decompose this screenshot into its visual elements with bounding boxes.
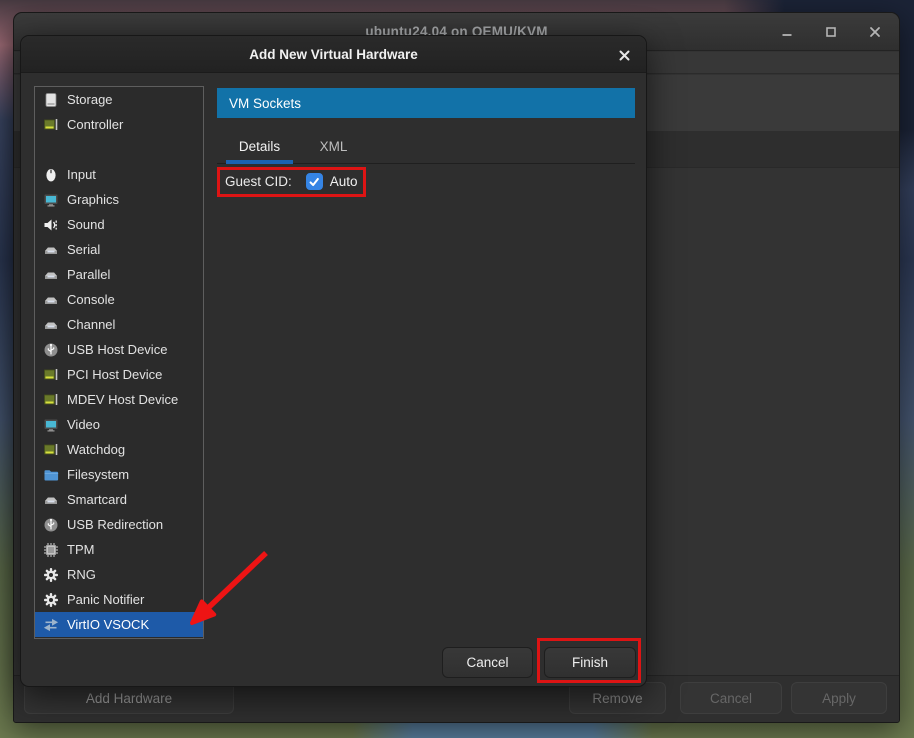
sidebar-item-sound[interactable]: Sound xyxy=(35,212,203,237)
cancel-button-window[interactable]: Cancel xyxy=(680,682,782,714)
controller-icon xyxy=(43,392,59,408)
cancel-button-dialog[interactable]: Cancel xyxy=(442,647,533,678)
sidebar-item-label: Console xyxy=(67,292,115,307)
device-icon xyxy=(43,492,59,508)
sidebar-item-label: PCI Host Device xyxy=(67,367,162,382)
sidebar-item-label: Graphics xyxy=(67,192,119,207)
desktop: ubuntu24.04 on QEMU/KVM xyxy=(0,0,914,738)
tabs-bar: Details XML xyxy=(217,118,635,164)
folder-icon xyxy=(43,467,59,483)
sidebar-item-virtio-vsock[interactable]: VirtIO VSOCK xyxy=(35,612,203,637)
sidebar-item-label: USB Redirection xyxy=(67,517,163,532)
dialog-titlebar[interactable]: Add New Virtual Hardware xyxy=(21,36,646,73)
panel-header-label: VM Sockets xyxy=(229,96,301,111)
controller-icon xyxy=(43,442,59,458)
sidebar-item-console[interactable]: Console xyxy=(35,287,203,312)
sidebar-item-graphics[interactable]: Graphics xyxy=(35,187,203,212)
sidebar-item-controller[interactable]: Controller xyxy=(35,112,203,137)
sidebar-item-label: Video xyxy=(67,417,100,432)
vsock-icon xyxy=(43,617,59,633)
sidebar-item-label: Panic Notifier xyxy=(67,592,144,607)
sidebar-item-filesystem[interactable]: Filesystem xyxy=(35,462,203,487)
device-icon xyxy=(43,317,59,333)
graphics-icon xyxy=(43,417,59,433)
sidebar-item-label: RNG xyxy=(67,567,96,582)
annotation-box-finish xyxy=(537,638,641,683)
sidebar-item-channel[interactable]: Channel xyxy=(35,312,203,337)
sidebar-item-storage[interactable]: Storage xyxy=(35,87,203,112)
minimize-icon[interactable] xyxy=(779,24,795,40)
window-controls xyxy=(779,13,883,51)
add-hardware-dialog: Add New Virtual Hardware Storage Controll… xyxy=(20,35,647,687)
gear-icon xyxy=(43,567,59,583)
sidebar-item-label: Controller xyxy=(67,117,123,132)
tab-details[interactable]: Details xyxy=(226,129,293,163)
sidebar-item-parallel[interactable]: Parallel xyxy=(35,262,203,287)
annotation-arrow xyxy=(180,540,280,640)
hardware-type-list: Storage Controller Input Graphics Sound Seria… xyxy=(34,86,204,639)
sidebar-item-video[interactable]: Video xyxy=(35,412,203,437)
sidebar-item-label: VirtIO VSOCK xyxy=(67,617,149,632)
usb-icon xyxy=(43,342,59,358)
sidebar-item-label: MDEV Host Device xyxy=(67,392,178,407)
apply-button[interactable]: Apply xyxy=(791,682,887,714)
close-icon[interactable] xyxy=(867,24,883,40)
storage-icon xyxy=(43,92,59,108)
dialog-close-icon[interactable] xyxy=(613,44,635,66)
device-icon xyxy=(43,242,59,258)
sidebar-item-label: Smartcard xyxy=(67,492,127,507)
sidebar-item-usb-host-device[interactable]: USB Host Device xyxy=(35,337,203,362)
sidebar-item-tpm[interactable]: TPM xyxy=(35,537,203,562)
sidebar-item-input[interactable]: Input xyxy=(35,162,203,187)
device-icon xyxy=(43,292,59,308)
chip-icon xyxy=(43,542,59,558)
sidebar-item-label: USB Host Device xyxy=(67,342,167,357)
sidebar-item-label: Sound xyxy=(67,217,105,232)
gear-icon xyxy=(43,592,59,608)
sidebar-item-label: Input xyxy=(67,167,96,182)
controller-icon xyxy=(43,367,59,383)
usb-icon xyxy=(43,517,59,533)
sidebar-item-label: TPM xyxy=(67,542,94,557)
sidebar-item-mdev-host-device[interactable]: MDEV Host Device xyxy=(35,387,203,412)
sidebar-item-label: Storage xyxy=(67,92,113,107)
tab-xml[interactable]: XML xyxy=(306,129,361,163)
sidebar-item-label: Serial xyxy=(67,242,100,257)
sidebar-item-empty xyxy=(35,137,203,162)
sidebar-item-panic-notifier[interactable]: Panic Notifier xyxy=(35,587,203,612)
sidebar-item-rng[interactable]: RNG xyxy=(35,562,203,587)
sidebar-item-label: Filesystem xyxy=(67,467,129,482)
sidebar-item-label: Watchdog xyxy=(67,442,125,457)
annotation-box-guest-cid xyxy=(217,167,366,197)
graphics-icon xyxy=(43,192,59,208)
sidebar-item-usb-redirection[interactable]: USB Redirection xyxy=(35,512,203,537)
sidebar-item-pci-host-device[interactable]: PCI Host Device xyxy=(35,362,203,387)
input-icon xyxy=(43,167,59,183)
maximize-icon[interactable] xyxy=(823,24,839,40)
sidebar-item-label: Parallel xyxy=(67,267,110,282)
controller-icon xyxy=(43,117,59,133)
panel-header: VM Sockets xyxy=(217,88,635,118)
dialog-title: Add New Virtual Hardware xyxy=(249,47,418,62)
sidebar-item-serial[interactable]: Serial xyxy=(35,237,203,262)
sound-icon xyxy=(43,217,59,233)
sidebar-item-label: Channel xyxy=(67,317,115,332)
sidebar-item-watchdog[interactable]: Watchdog xyxy=(35,437,203,462)
sidebar-item-smartcard[interactable]: Smartcard xyxy=(35,487,203,512)
device-icon xyxy=(43,267,59,283)
